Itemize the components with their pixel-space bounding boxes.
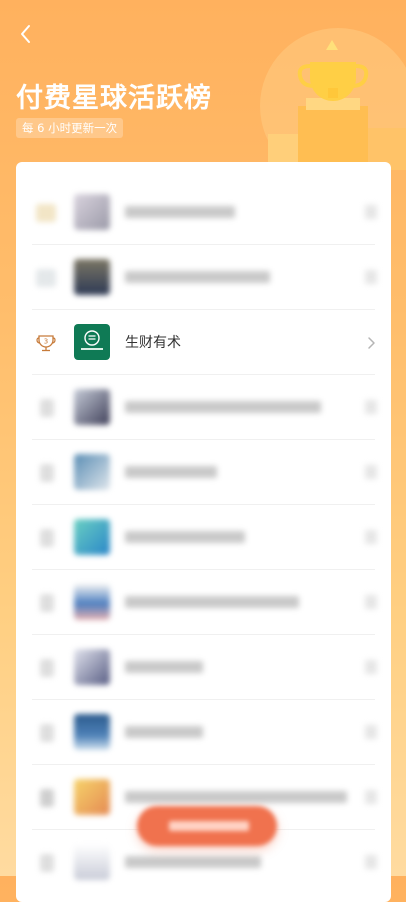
avatar — [74, 454, 110, 490]
chevron-right-icon — [365, 790, 377, 804]
row-title — [125, 791, 347, 803]
row-title: 生财有术 — [125, 335, 181, 351]
floating-action-button[interactable] — [137, 806, 277, 846]
avatar — [74, 519, 110, 555]
avatar — [74, 194, 110, 230]
row-title — [125, 531, 245, 543]
update-frequency-badge: 每 6 小时更新一次 — [16, 118, 124, 138]
avatar — [74, 259, 110, 295]
chevron-right-icon — [365, 725, 377, 739]
rank-badge — [36, 204, 56, 222]
rank-number: 3 — [44, 338, 48, 346]
chevron-right-icon — [365, 660, 377, 674]
chevron-right-icon — [365, 335, 377, 349]
rank-badge — [40, 529, 54, 547]
trophy-icon — [260, 28, 406, 170]
list-item[interactable] — [16, 440, 391, 505]
ranking-list: 3 生财有术 — [16, 162, 391, 902]
back-button[interactable] — [14, 22, 38, 46]
list-item[interactable] — [16, 700, 391, 765]
rank-badge — [40, 399, 54, 417]
rank-badge — [40, 789, 54, 807]
rank-badge — [40, 464, 54, 482]
rank-badge: 3 — [36, 335, 56, 352]
avatar — [74, 714, 110, 750]
list-item[interactable] — [16, 635, 391, 700]
list-item[interactable] — [16, 505, 391, 570]
avatar — [74, 324, 110, 360]
list-item[interactable] — [16, 375, 391, 440]
list-item[interactable]: 3 生财有术 — [16, 310, 391, 375]
avatar — [74, 649, 110, 685]
chevron-right-icon — [365, 855, 377, 869]
floating-action-label — [169, 821, 249, 831]
list-item[interactable] — [16, 570, 391, 635]
chevron-right-icon — [365, 465, 377, 479]
avatar — [74, 779, 110, 815]
chevron-right-icon — [365, 400, 377, 414]
chevron-right-icon — [365, 205, 377, 219]
chevron-left-icon — [21, 25, 30, 43]
row-title — [125, 726, 203, 738]
row-title — [125, 661, 203, 673]
row-title — [125, 466, 217, 478]
rank-badge — [40, 659, 54, 677]
chevron-right-icon — [365, 530, 377, 544]
row-title — [125, 271, 270, 283]
row-title — [125, 206, 235, 218]
coin-logo-icon — [81, 330, 103, 350]
list-item[interactable] — [16, 180, 391, 245]
avatar — [74, 844, 110, 880]
chevron-right-icon — [365, 270, 377, 284]
avatar — [74, 584, 110, 620]
chevron-right-icon — [365, 595, 377, 609]
row-title — [125, 856, 261, 868]
rank-badge — [40, 724, 54, 742]
avatar — [74, 389, 110, 425]
rank-badge — [36, 269, 56, 287]
page-header: 付费星球活跃榜 每 6 小时更新一次 — [0, 0, 406, 170]
row-title — [125, 401, 321, 413]
list-item[interactable] — [16, 245, 391, 310]
rank-badge — [40, 854, 54, 872]
page-title: 付费星球活跃榜 — [16, 83, 212, 114]
row-title — [125, 596, 299, 608]
rank-badge — [40, 594, 54, 612]
